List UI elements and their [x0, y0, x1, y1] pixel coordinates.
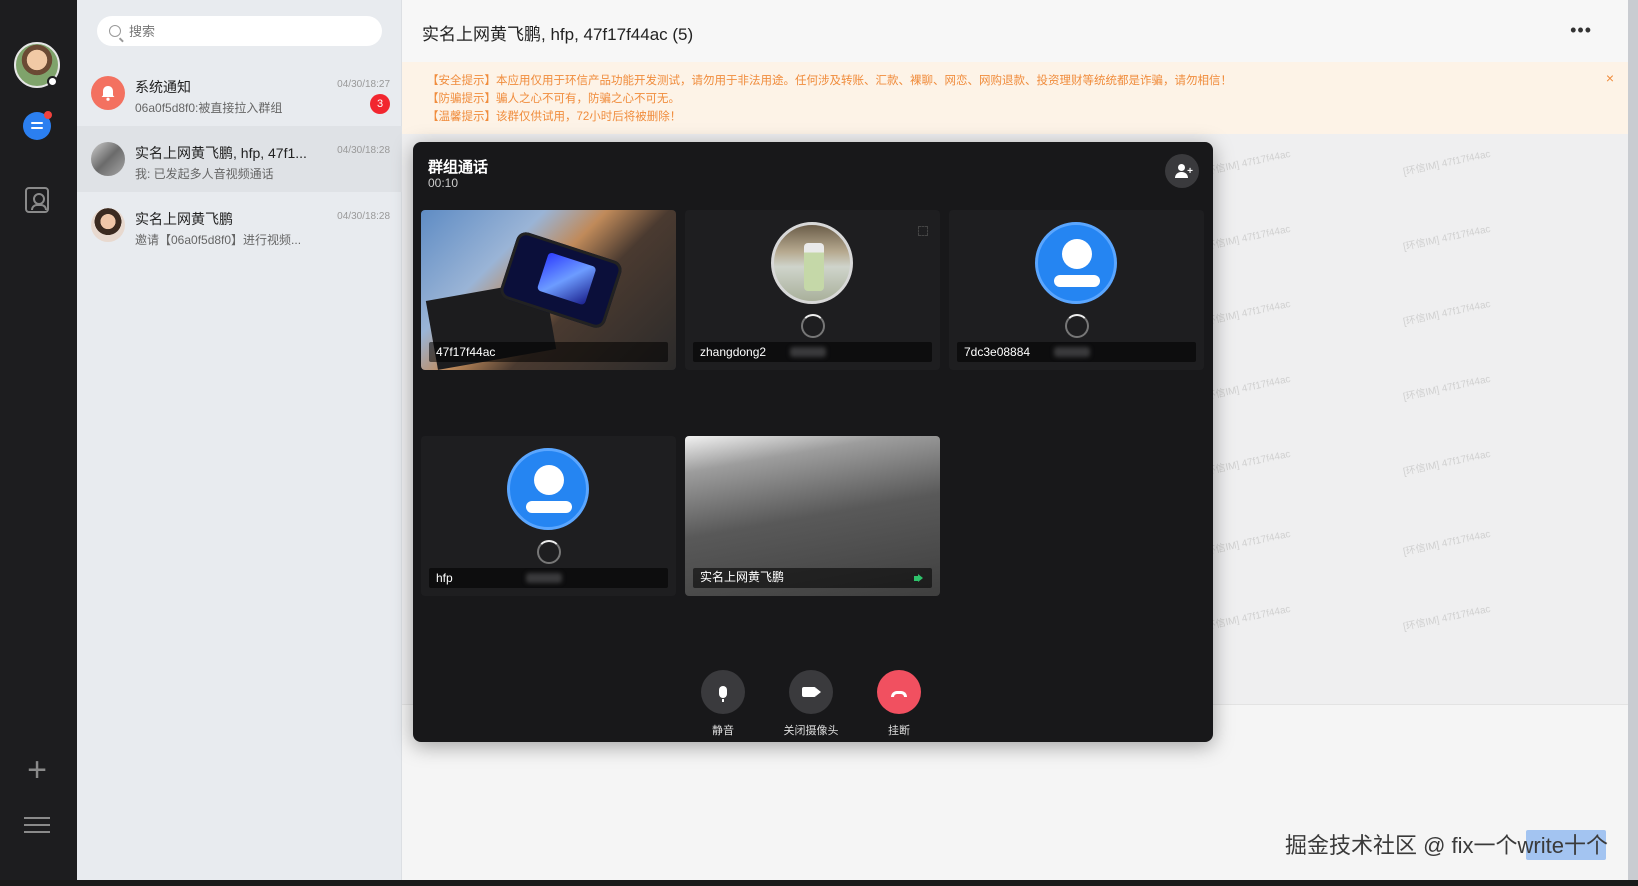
participant-tile[interactable]: 7dc3e08884 — [949, 210, 1204, 370]
conversation-time: 04/30/18:28 — [337, 145, 390, 156]
default-avatar-icon — [1035, 222, 1117, 304]
notice-banner: 【安全提示】本应用仅用于环信产品功能开发测试，请勿用于非法用途。任何涉及转账、汇… — [402, 62, 1628, 134]
camera-toggle-button[interactable]: 关闭摄像头 — [766, 670, 856, 738]
list-icon — [24, 815, 50, 835]
conversation-title: 系统通知 — [135, 79, 191, 95]
watermark: [环信IM] 47f17f44ac — [1402, 298, 1492, 329]
search-box[interactable] — [97, 16, 382, 46]
watermark: [环信IM] 47f17f44ac — [1202, 603, 1292, 634]
participant-tile[interactable]: hfp — [421, 436, 676, 596]
loading-spinner-icon — [801, 314, 825, 338]
conversation-time: 04/30/18:28 — [337, 211, 390, 222]
group-avatar — [91, 142, 125, 176]
watermark: [环信IM] 47f17f44ac — [1202, 373, 1292, 404]
loading-spinner-icon — [537, 540, 561, 564]
notification-bell-icon — [91, 76, 125, 110]
bottom-bar — [0, 880, 1638, 886]
safety-notice: 【安全提示】本应用仅用于环信产品功能开发测试，请勿用于非法用途。任何涉及转账、汇… — [427, 75, 1232, 87]
speaking-icon — [914, 574, 924, 583]
online-status-dot — [47, 76, 58, 87]
menu-button[interactable] — [22, 810, 52, 840]
blurred-status — [790, 347, 826, 357]
close-icon[interactable]: × — [1606, 70, 1614, 86]
participant-name: 实名上网黄飞鹏 — [700, 570, 785, 584]
camera-icon — [802, 687, 821, 697]
call-duration: 00:10 — [428, 176, 459, 190]
watermark: [环信IM] 47f17f44ac — [1402, 148, 1492, 179]
conversation-preview: 邀请【06a0f5d8f0】进行视频... — [135, 233, 302, 247]
conversation-title: 实名上网黄飞鹏, hfp, 47f1... — [135, 145, 307, 161]
default-avatar-icon — [507, 448, 589, 530]
mute-label: 静音 — [712, 725, 734, 737]
participant-avatar — [771, 222, 853, 304]
chats-nav-button[interactable] — [22, 111, 52, 141]
left-rail: + — [0, 0, 77, 886]
watermark: [环信IM] 47f17f44ac — [1202, 148, 1292, 179]
participant-name: 47f17f44ac — [436, 345, 496, 359]
window-edge — [1628, 0, 1638, 886]
contacts-icon — [25, 187, 49, 213]
watermark: [环信IM] 47f17f44ac — [1402, 448, 1492, 479]
invite-member-button[interactable]: + — [1165, 154, 1199, 188]
blurred-status — [1054, 347, 1090, 357]
conversation-item[interactable]: 实名上网黄飞鹏, hfp, 47f1... 我: 已发起多人音视频通话 04/3… — [77, 126, 402, 192]
hangup-label: 挂断 — [888, 725, 910, 737]
chat-title: 实名上网黄飞鹏, hfp, 47f17f44ac (5) — [422, 25, 694, 44]
unread-badge: 3 — [370, 94, 390, 114]
contact-avatar — [91, 208, 125, 242]
camera-label: 关闭摄像头 — [783, 725, 839, 737]
hangup-button[interactable]: 挂断 — [854, 670, 944, 738]
participant-name: hfp — [436, 571, 453, 585]
footer-watermark: 掘金技术社区 @ fix一个write十个 — [1284, 833, 1608, 858]
blurred-status — [526, 573, 562, 583]
plus-icon: + — [27, 751, 47, 789]
call-title: 群组通话 — [428, 159, 489, 176]
conversation-title: 实名上网黄飞鹏 — [135, 211, 233, 227]
add-button[interactable]: + — [22, 751, 52, 789]
conversation-item[interactable]: 系统通知 06a0f5d8f0:被直接拉入群组 04/30/18:27 3 — [77, 60, 402, 126]
watermark: [环信IM] 47f17f44ac — [1402, 223, 1492, 254]
conversation-preview: 06a0f5d8f0:被直接拉入群组 — [135, 101, 283, 115]
conversation-time: 04/30/18:27 — [337, 79, 390, 90]
watermark: [环信IM] 47f17f44ac — [1402, 528, 1492, 559]
watermark: [环信IM] 47f17f44ac — [1202, 448, 1292, 479]
participant-name: 7dc3e08884 — [964, 345, 1031, 359]
conversation-preview: 我: 已发起多人音视频通话 — [135, 167, 274, 181]
trial-notice: 【温馨提示】该群仅供试用，72小时后将被删除！ — [427, 111, 682, 123]
loading-spinner-icon — [1065, 314, 1089, 338]
group-call-dialog: 群组通话 00:10 + 47f17f44ac zhangdong2 7dc3e… — [413, 142, 1213, 742]
expand-icon[interactable] — [918, 226, 928, 236]
conversation-item[interactable]: 实名上网黄飞鹏 邀请【06a0f5d8f0】进行视频... 04/30/18:2… — [77, 192, 402, 258]
more-options-icon[interactable]: ••• — [1570, 21, 1592, 39]
watermark: [环信IM] 47f17f44ac — [1202, 298, 1292, 329]
search-input[interactable] — [129, 23, 369, 39]
search-icon — [109, 25, 121, 37]
watermark: [环信IM] 47f17f44ac — [1202, 528, 1292, 559]
chat-bubble-icon — [23, 111, 52, 140]
hangup-icon — [891, 691, 907, 697]
watermark: [环信IM] 47f17f44ac — [1402, 603, 1492, 634]
participant-name: zhangdong2 — [700, 345, 767, 359]
watermark: [环信IM] 47f17f44ac — [1202, 223, 1292, 254]
watermark: [环信IM] 47f17f44ac — [1402, 373, 1492, 404]
contacts-nav-button[interactable] — [22, 185, 52, 215]
mute-button[interactable]: 静音 — [678, 670, 768, 738]
participant-tile[interactable]: zhangdong2 — [685, 210, 940, 370]
microphone-icon — [719, 686, 727, 702]
conversation-list: 系统通知 06a0f5d8f0:被直接拉入群组 04/30/18:27 3 实名… — [77, 0, 402, 886]
participant-tile[interactable]: 47f17f44ac — [421, 210, 676, 370]
chat-header: 实名上网黄飞鹏, hfp, 47f17f44ac (5) ••• — [402, 0, 1628, 62]
participant-tile[interactable]: 实名上网黄飞鹏 — [685, 436, 940, 596]
fraud-notice: 【防骗提示】骗人之心不可有，防骗之心不可无。 — [427, 93, 680, 105]
